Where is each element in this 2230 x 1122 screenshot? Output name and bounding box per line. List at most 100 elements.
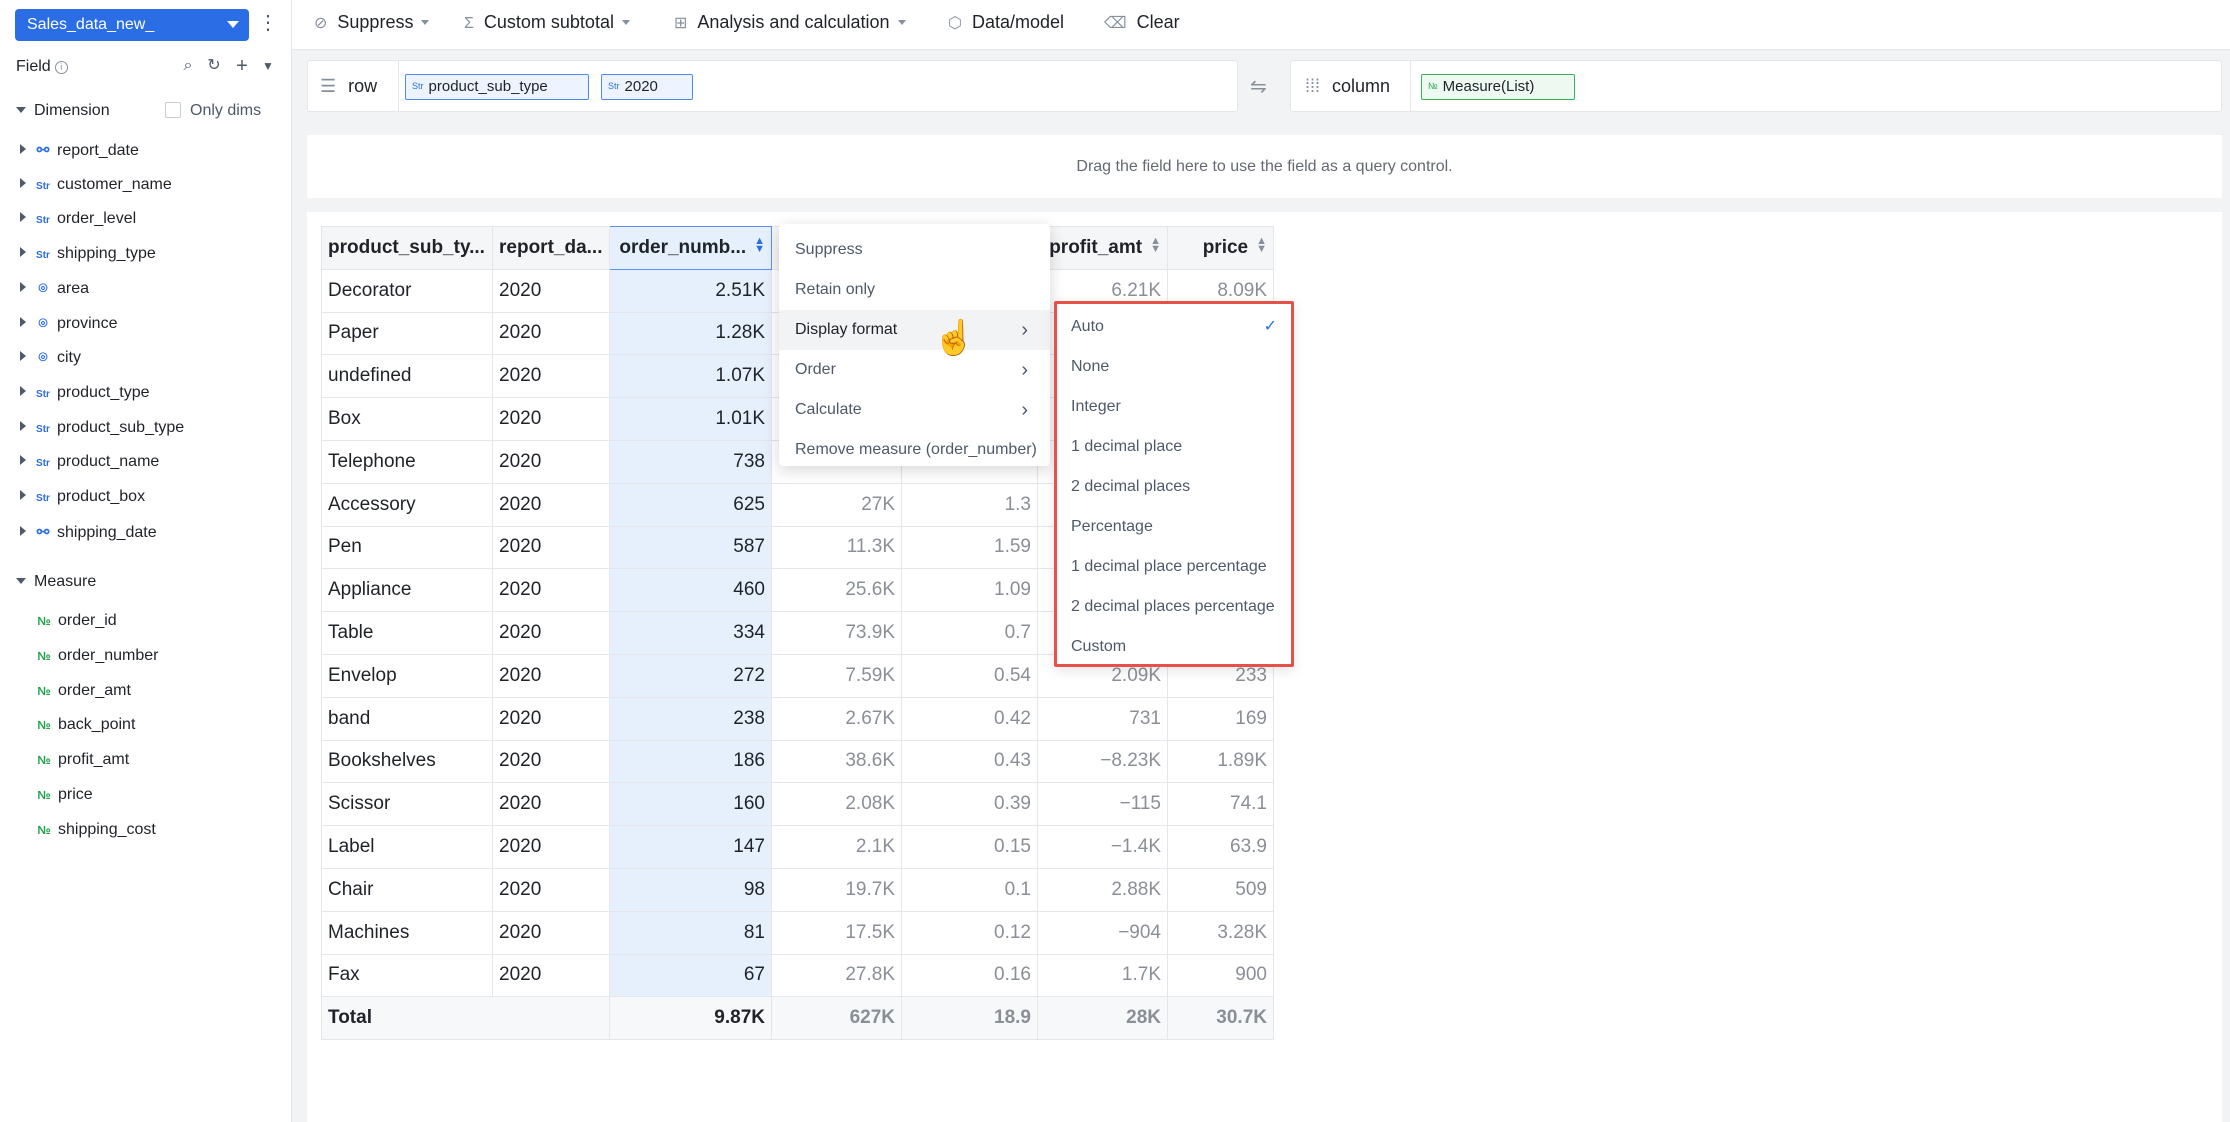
format-option[interactable]: Percentage bbox=[1057, 507, 1291, 547]
sort-icon[interactable]: ▲ ▼ bbox=[754, 235, 765, 254]
table-cell[interactable]: Box bbox=[321, 397, 493, 441]
table-cell[interactable]: −1.4K bbox=[1037, 825, 1168, 869]
caret-right-icon[interactable] bbox=[20, 490, 26, 500]
table-cell[interactable]: 1.28K bbox=[609, 311, 772, 356]
menu-item-calculate[interactable]: Calculate › bbox=[779, 390, 1050, 430]
column-pill-measure-list[interactable]: № Measure(List) bbox=[1421, 74, 1575, 100]
table-cell[interactable]: −115 bbox=[1037, 782, 1168, 827]
table-cell[interactable]: 0.12 bbox=[901, 910, 1038, 955]
table-cell[interactable]: Paper bbox=[321, 311, 493, 356]
table-cell[interactable]: 2020 bbox=[492, 439, 610, 484]
dimension-field-report-date[interactable]: ⚯ report_date bbox=[20, 141, 139, 167]
total-cell[interactable]: 18.9 bbox=[901, 996, 1038, 1041]
table-cell[interactable]: Chair bbox=[321, 867, 493, 912]
sort-icon[interactable]: ▲ ▼ bbox=[1256, 235, 1267, 254]
table-cell[interactable]: 2020 bbox=[492, 482, 610, 527]
dimension-field-area[interactable]: ⌾ area bbox=[20, 280, 89, 306]
menu-item-display[interactable]: Display format › bbox=[779, 310, 1050, 350]
measure-field-order-amt[interactable]: № order_amt bbox=[36, 682, 131, 708]
row-pill-2020[interactable]: Str 2020 bbox=[601, 74, 693, 100]
column-shelf[interactable]: ⁞⁞⁞ column № Measure(List) bbox=[1290, 60, 2222, 112]
caret-right-icon[interactable] bbox=[20, 525, 26, 536]
format-option[interactable]: Integer bbox=[1057, 387, 1291, 427]
table-cell[interactable]: 1.01K bbox=[609, 397, 772, 441]
chevron-down-icon[interactable]: ▼ bbox=[258, 56, 278, 76]
table-cell[interactable]: 1.7K bbox=[1037, 953, 1168, 998]
table-cell[interactable]: 0.16 bbox=[901, 953, 1038, 998]
format-option[interactable]: 1 decimal place bbox=[1057, 427, 1291, 467]
table-cell[interactable]: 0.1 bbox=[901, 867, 1038, 912]
dimension-field-product-name[interactable]: Str product_name bbox=[20, 453, 159, 479]
table-cell[interactable]: 25.6K bbox=[771, 568, 902, 613]
table-cell[interactable]: 2020 bbox=[492, 397, 610, 441]
table-cell[interactable]: 587 bbox=[609, 525, 772, 570]
data-model-button[interactable]: ⬡ Data/model bbox=[948, 12, 1064, 33]
column-header[interactable]: price ▲ ▼ bbox=[1167, 226, 1274, 270]
table-cell[interactable]: Appliance bbox=[321, 568, 493, 613]
table-cell[interactable]: 238 bbox=[609, 696, 772, 741]
dataset-select[interactable]: Sales_data_new_ bbox=[15, 9, 249, 41]
table-cell[interactable]: 2020 bbox=[492, 953, 610, 998]
format-option[interactable]: 2 decimal places bbox=[1057, 467, 1291, 507]
table-cell[interactable]: Table bbox=[321, 611, 493, 655]
table-cell[interactable]: 1.59 bbox=[901, 525, 1038, 570]
table-cell[interactable]: 1.89K bbox=[1167, 739, 1274, 784]
format-option[interactable]: Custom bbox=[1057, 627, 1291, 667]
format-option[interactable]: 2 decimal places percentage bbox=[1057, 587, 1291, 627]
table-cell[interactable]: 147 bbox=[609, 825, 772, 869]
measure-field-order-number[interactable]: № order_number bbox=[36, 647, 158, 673]
dimension-field-product-sub-type[interactable]: Str product_sub_type bbox=[20, 419, 184, 445]
table-cell[interactable]: −8.23K bbox=[1037, 739, 1168, 784]
table-cell[interactable]: 1.3 bbox=[901, 482, 1038, 527]
table-cell[interactable]: 63.9 bbox=[1167, 825, 1274, 869]
table-cell[interactable]: 272 bbox=[609, 653, 772, 698]
table-cell[interactable]: 509 bbox=[1167, 867, 1274, 912]
info-icon[interactable]: i bbox=[54, 61, 68, 74]
caret-right-icon[interactable] bbox=[20, 212, 26, 223]
table-cell[interactable]: Telephone bbox=[321, 439, 493, 484]
total-cell[interactable]: 9.87K bbox=[609, 996, 772, 1041]
table-cell[interactable]: 2.51K bbox=[609, 268, 772, 313]
table-cell[interactable]: 17.5K bbox=[771, 910, 902, 955]
measure-section-toggle[interactable]: Measure bbox=[16, 573, 96, 591]
table-cell[interactable]: Machines bbox=[321, 910, 493, 955]
table-cell[interactable]: 98 bbox=[609, 867, 772, 912]
more-vertical-icon[interactable]: ⋮ bbox=[258, 11, 278, 37]
table-cell[interactable]: −904 bbox=[1037, 910, 1168, 955]
table-cell[interactable]: 11.3K bbox=[771, 525, 902, 570]
table-cell[interactable]: Bookshelves bbox=[321, 739, 493, 784]
table-cell[interactable]: 2.67K bbox=[771, 696, 902, 741]
measure-field-order-id[interactable]: № order_id bbox=[36, 612, 116, 638]
search-icon[interactable]: ⌕ bbox=[178, 56, 198, 76]
table-cell[interactable]: 2020 bbox=[492, 311, 610, 356]
dimension-section-toggle[interactable]: Dimension bbox=[16, 102, 110, 120]
table-cell[interactable]: 186 bbox=[609, 739, 772, 784]
row-shelf[interactable]: ☰ row Str product_sub_type Str 2020 bbox=[307, 60, 1238, 112]
measure-field-profit-amt[interactable]: № profit_amt bbox=[36, 751, 129, 777]
refresh-icon[interactable]: ↻ bbox=[204, 56, 224, 76]
table-cell[interactable]: 27.8K bbox=[771, 953, 902, 998]
dimension-field-product-box[interactable]: Str product_box bbox=[20, 488, 145, 514]
table-cell[interactable]: Envelop bbox=[321, 653, 493, 698]
table-cell[interactable]: 3.28K bbox=[1167, 910, 1274, 955]
add-icon[interactable]: + bbox=[232, 56, 252, 76]
table-cell[interactable]: 81 bbox=[609, 910, 772, 955]
table-cell[interactable]: Accessory bbox=[321, 482, 493, 527]
table-cell[interactable]: 1.09 bbox=[901, 568, 1038, 613]
suppress-menu[interactable]: ⊘ Suppress bbox=[314, 12, 430, 33]
analysis-menu[interactable]: ⊞ Analysis and calculation bbox=[674, 12, 906, 33]
table-cell[interactable]: 169 bbox=[1167, 696, 1274, 741]
caret-right-icon[interactable] bbox=[20, 281, 26, 292]
total-cell[interactable]: 30.7K bbox=[1167, 996, 1274, 1041]
table-cell[interactable]: 0.43 bbox=[901, 739, 1038, 784]
dimension-field-product-type[interactable]: Str product_type bbox=[20, 384, 150, 410]
table-cell[interactable]: 334 bbox=[609, 611, 772, 655]
table-cell[interactable]: 731 bbox=[1037, 696, 1168, 741]
table-cell[interactable]: 2020 bbox=[492, 825, 610, 869]
table-cell[interactable]: 1.07K bbox=[609, 354, 772, 399]
table-cell[interactable]: Scissor bbox=[321, 782, 493, 827]
table-cell[interactable]: Label bbox=[321, 825, 493, 869]
caret-right-icon[interactable] bbox=[20, 420, 26, 431]
measure-field-back-point[interactable]: № back_point bbox=[36, 716, 135, 742]
measure-field-shipping-cost[interactable]: № shipping_cost bbox=[36, 821, 156, 847]
